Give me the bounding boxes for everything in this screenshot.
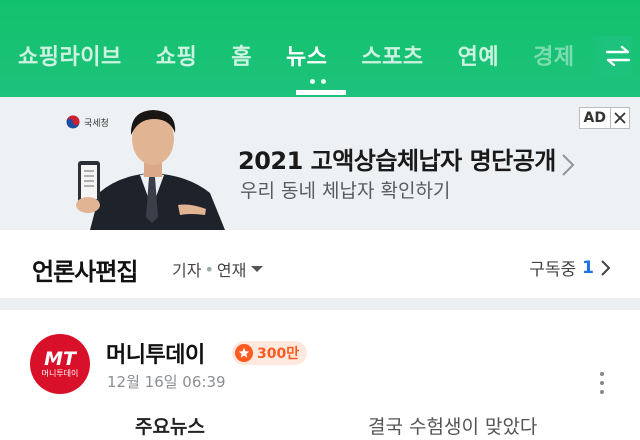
- swap-arrows-button[interactable]: [588, 36, 632, 76]
- subscribe-count: 1: [582, 257, 594, 278]
- active-tab-indicator: [296, 90, 346, 95]
- press-logo-text: MT: [44, 348, 76, 370]
- subscribe-link[interactable]: 구독중 1: [529, 255, 612, 280]
- tab-shopping[interactable]: 쇼핑: [156, 39, 197, 71]
- timestamp: 12월 16일 06:39: [107, 373, 226, 391]
- ad-label: AD: [583, 110, 606, 126]
- close-icon: [614, 112, 626, 124]
- ad-close-button[interactable]: [610, 108, 629, 128]
- section-title: 언론사편집: [32, 258, 138, 286]
- tab-shopping-live[interactable]: 쇼핑라이브: [18, 39, 122, 71]
- ad-badge: AD: [578, 107, 630, 129]
- press-name[interactable]: 머니투데이: [106, 337, 205, 369]
- tab-news[interactable]: 뉴스: [286, 39, 327, 71]
- chevron-right-icon[interactable]: [560, 152, 576, 178]
- more-dot: [600, 390, 604, 394]
- tab-home[interactable]: 홈: [231, 39, 252, 71]
- subscriber-badge: 300만: [232, 341, 308, 365]
- main-news-tab[interactable]: 주요뉴스: [135, 412, 205, 439]
- more-dot: [600, 381, 604, 385]
- caret-down-icon[interactable]: [250, 264, 264, 274]
- top-navigation: 쇼핑라이브 쇼핑 홈 뉴스 스포츠 연예 경제: [0, 0, 640, 97]
- subscribe-label[interactable]: 구독중: [529, 255, 576, 280]
- press-logo[interactable]: MT 머니투데이: [30, 334, 90, 394]
- page-dots: [310, 79, 326, 84]
- tab-economy[interactable]: 경제: [533, 39, 574, 71]
- ad-title[interactable]: 2021 고액상습체납자 명단공개: [238, 141, 556, 176]
- ad-person-image: [76, 110, 225, 230]
- page-dot: [310, 79, 315, 84]
- filter-reporter[interactable]: 기자: [172, 257, 201, 281]
- tab-sports[interactable]: 스포츠: [361, 39, 423, 71]
- filter-separator-dot: •: [204, 259, 214, 279]
- ad-subtitle[interactable]: 우리 동네 체납자 확인하기: [240, 176, 450, 203]
- section-filter[interactable]: 기자 • 연재: [172, 257, 264, 281]
- category-tabs: 쇼핑라이브 쇼핑 홈 뉴스 스포츠 연예 경제: [0, 38, 609, 72]
- tab-entertainment[interactable]: 연예: [458, 39, 499, 71]
- section-divider: [0, 298, 640, 310]
- ad-banner[interactable]: 국세청 2021 고액상습체납자 명단공개 우리 동네 체납자 확인하기 AD: [0, 97, 640, 230]
- more-dot: [600, 372, 604, 376]
- subscriber-count: 300만: [257, 346, 300, 362]
- press-logo-subtext: 머니투데이: [41, 369, 79, 378]
- star-icon: [235, 344, 253, 362]
- more-options-button[interactable]: [600, 372, 604, 394]
- filter-series[interactable]: 연재: [217, 257, 246, 281]
- headline-link[interactable]: 결국 수험생이 맞았다: [368, 412, 537, 439]
- chevron-right-icon: [601, 259, 611, 276]
- section-header: 언론사편집 기자 • 연재 구독중 1: [0, 230, 640, 298]
- swap-arrows-icon: [605, 45, 631, 67]
- page-dot: [321, 79, 326, 84]
